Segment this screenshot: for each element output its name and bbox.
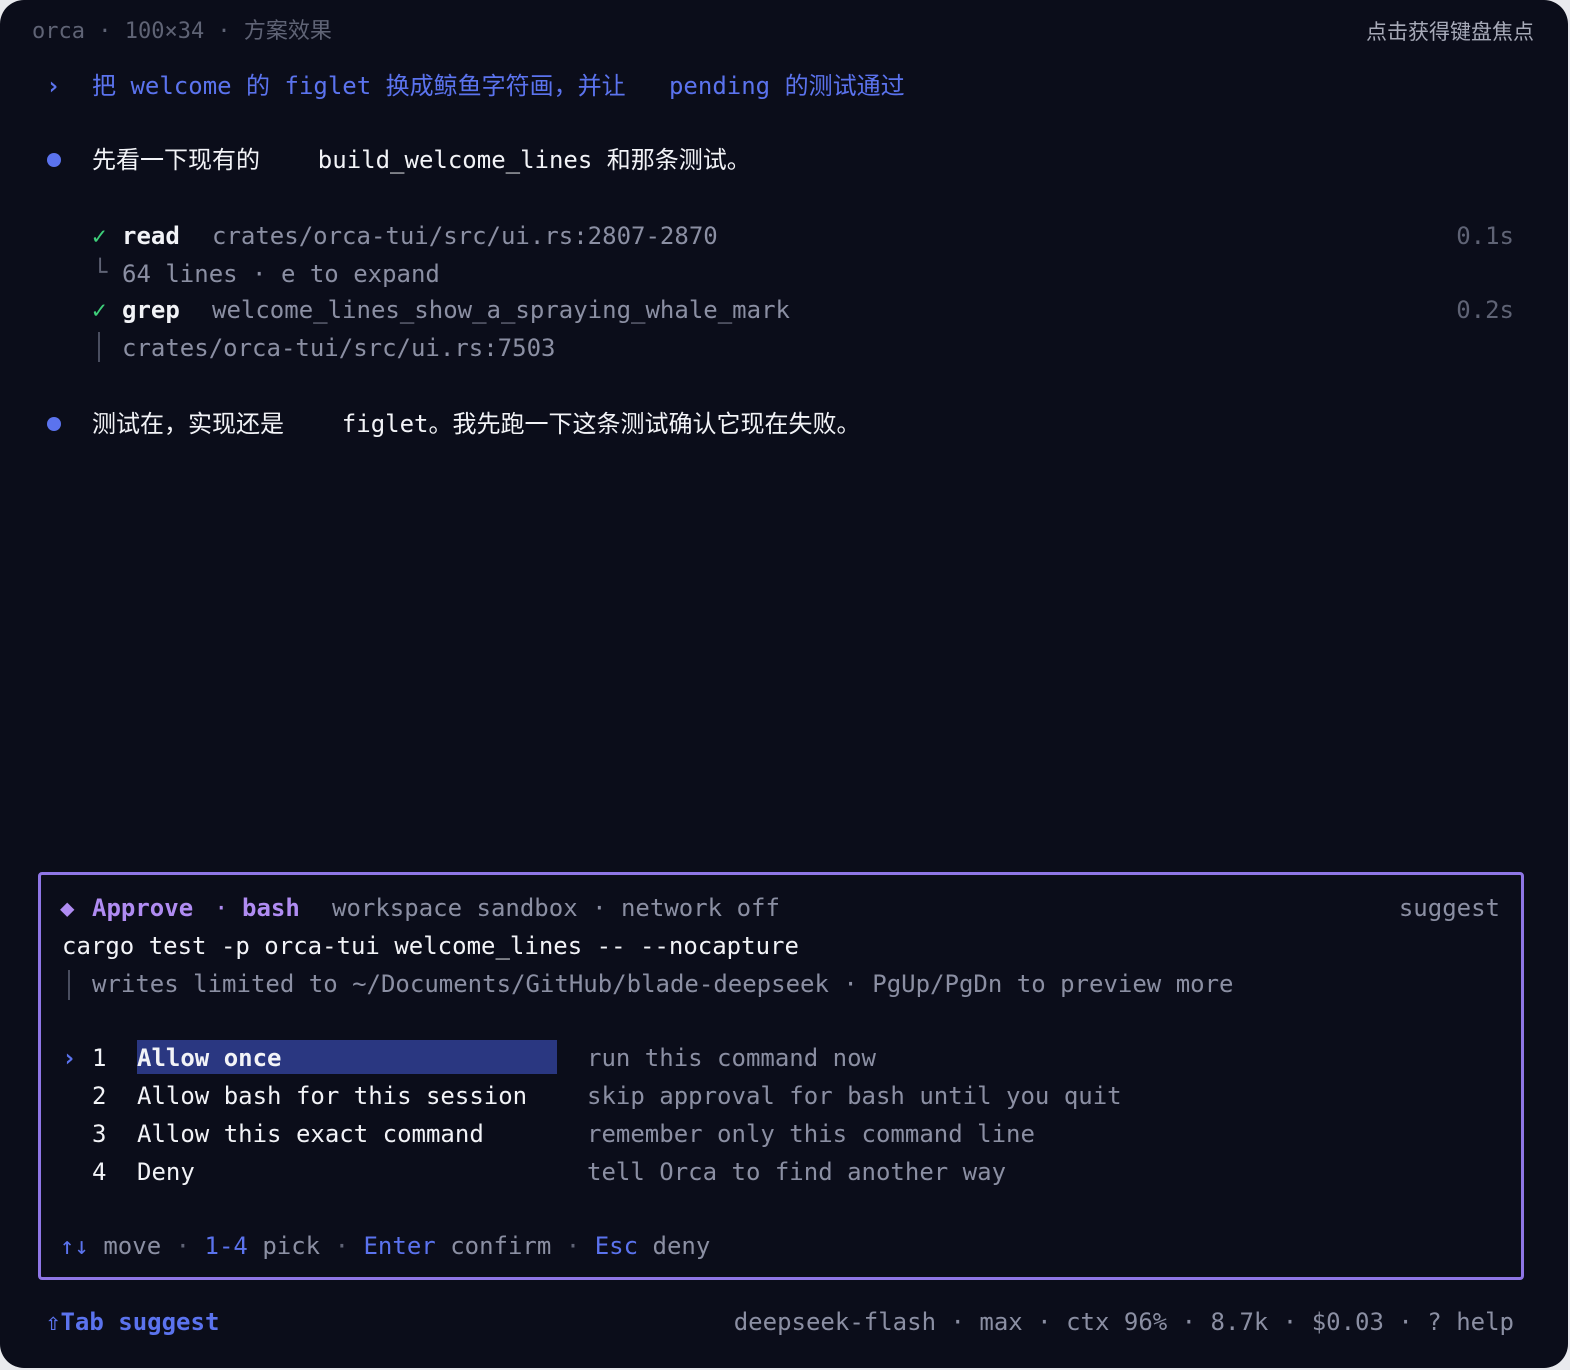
tool-arg: crates/orca-tui/src/ui.rs:2807-2870: [212, 222, 718, 250]
tool-output-rule: [98, 332, 100, 362]
option-description: run this command now: [587, 1044, 876, 1072]
tool-duration: 0.1s: [1456, 222, 1514, 250]
arrows-icon: ↑↓: [60, 1232, 89, 1260]
assistant-message: 先看一下现有的 build_welcome_lines 和那条测试。: [92, 146, 751, 174]
focus-hint[interactable]: 点击获得键盘焦点: [1366, 16, 1534, 48]
sandbox-info: workspace sandbox · network off: [332, 894, 780, 922]
tree-branch-icon: └: [93, 258, 108, 286]
window-title: orca · 100×34 · 方案效果: [32, 19, 332, 44]
message-bullet-icon: [47, 417, 61, 431]
check-icon: ✓: [92, 222, 107, 250]
option-description: skip approval for bash until you quit: [587, 1082, 1122, 1110]
approval-title: Approve: [92, 894, 194, 922]
tool-arg: welcome_lines_show_a_spraying_whale_mark: [212, 296, 790, 324]
terminal-window[interactable]: orca · 100×34 · 方案效果 点击获得键盘焦点 › 把 welcom…: [0, 0, 1568, 1368]
tool-result: crates/orca-tui/src/ui.rs:7503: [122, 334, 556, 362]
prompt-marker-icon: ›: [46, 72, 61, 100]
suggest-shortcut[interactable]: ⇧Tab suggest: [46, 1306, 219, 1338]
key-hints: ↑↓ move · 1-4 pick · Enter confirm · Esc…: [60, 1232, 711, 1260]
tool-name-grep: grep: [122, 296, 180, 324]
tool-result-summary[interactable]: 64 lines · e to expand: [122, 258, 440, 290]
message-bullet-icon: [47, 153, 61, 167]
tool-duration: 0.2s: [1456, 296, 1514, 324]
option-number: 1: [92, 1044, 107, 1072]
check-icon: ✓: [92, 296, 107, 324]
note-rule: [68, 970, 70, 1000]
option-number: 2: [92, 1082, 107, 1110]
tool-name-read: read: [122, 222, 180, 250]
option-number: 3: [92, 1120, 107, 1148]
approval-tool: bash: [242, 894, 300, 922]
suggest-label[interactable]: suggest: [1399, 892, 1500, 924]
approval-note: writes limited to ~/Documents/GitHub/bla…: [92, 970, 1234, 998]
option-description: tell Orca to find another way: [587, 1158, 1007, 1186]
option-label[interactable]: Deny: [137, 1156, 195, 1188]
option-label[interactable]: Allow bash for this session: [137, 1080, 527, 1112]
diamond-icon: ◆: [60, 894, 75, 922]
option-label[interactable]: Allow once: [137, 1042, 282, 1074]
assistant-message: 测试在，实现还是 figlet。我先跑一下这条测试确认它现在失败。: [92, 410, 861, 438]
option-number: 4: [92, 1158, 107, 1186]
approval-command: cargo test -p orca-tui welcome_lines -- …: [62, 932, 799, 960]
option-description: remember only this command line: [587, 1120, 1035, 1148]
user-prompt: 把 welcome 的 figlet 换成鲸鱼字符画，并让 pending 的测…: [92, 72, 905, 100]
option-cursor-icon: ›: [62, 1044, 77, 1072]
status-info: deepseek-flash · max · ctx 96% · 8.7k · …: [733, 1308, 1514, 1336]
option-label[interactable]: Allow this exact command: [137, 1118, 484, 1150]
separator-dot: ·: [214, 894, 229, 922]
